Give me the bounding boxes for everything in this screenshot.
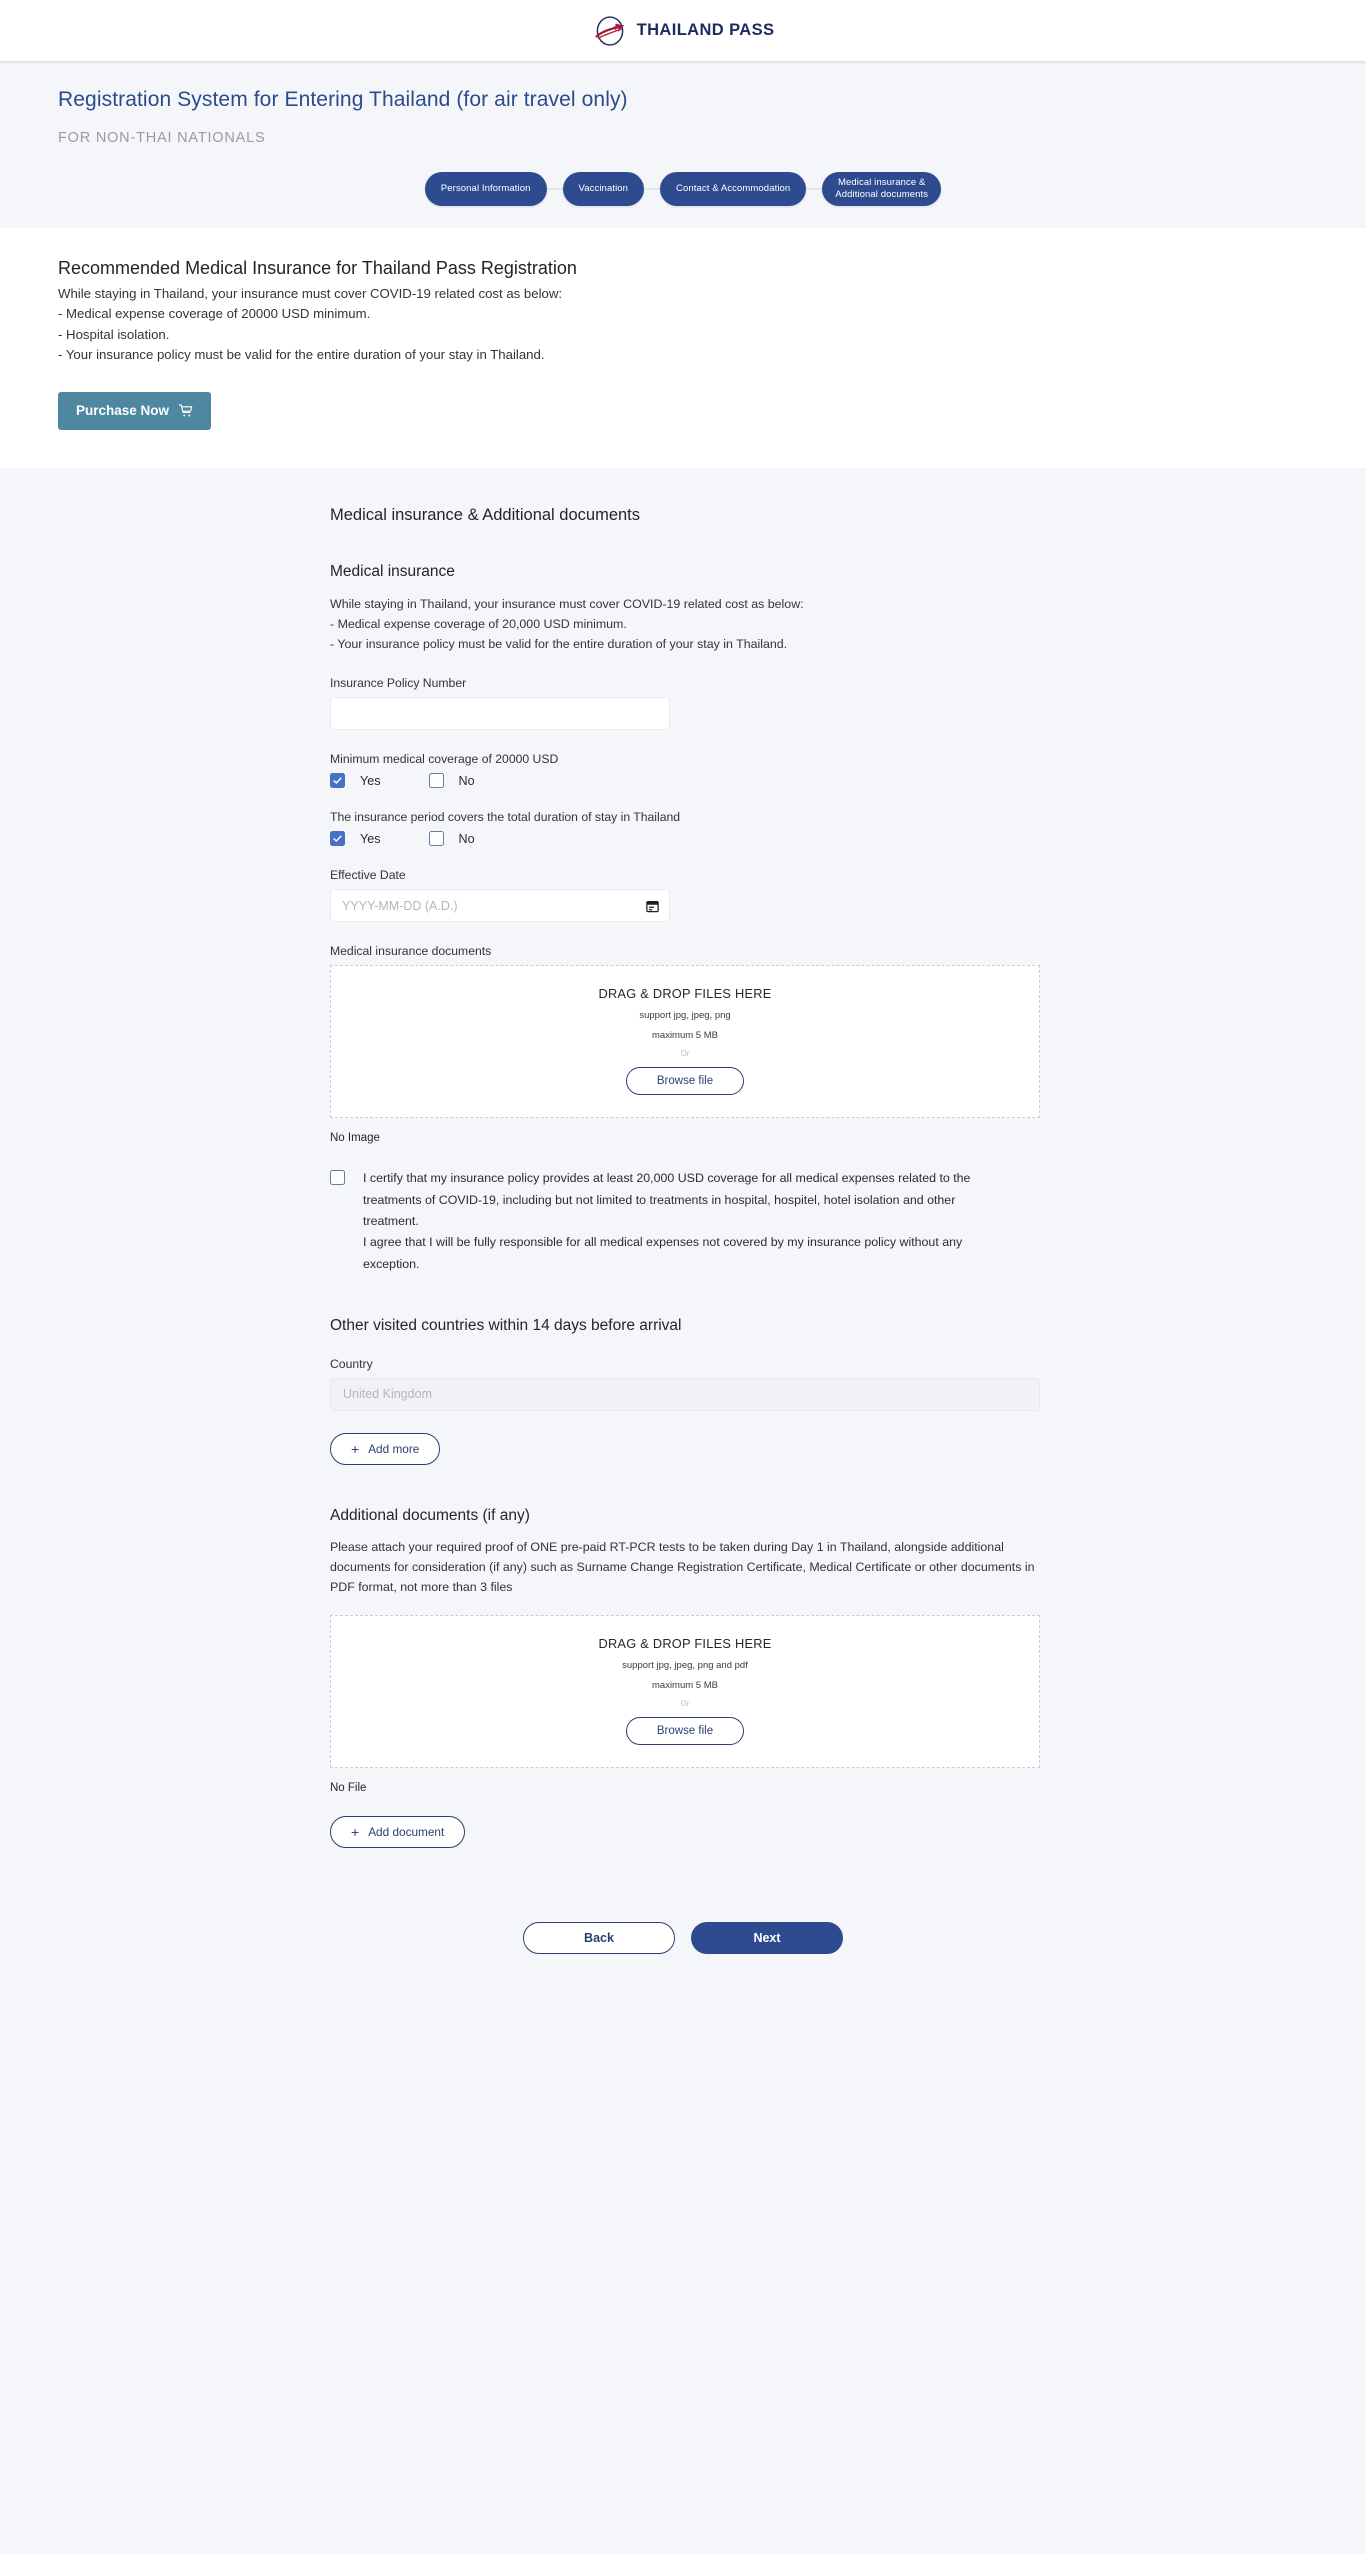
additional-browse-file-button[interactable]: Browse file bbox=[625, 1716, 745, 1745]
dropzone-maximum: maximum 5 MB bbox=[652, 1030, 718, 1042]
page-subtitle: FOR NON-THAI NATIONALS bbox=[58, 130, 266, 146]
medical-line-1: While staying in Thailand, your insuranc… bbox=[330, 596, 804, 611]
dropzone-support: support jpg, jpeg, png bbox=[639, 1010, 731, 1022]
step-connector bbox=[806, 188, 823, 190]
country-select[interactable]: United Kingdom bbox=[330, 1377, 1040, 1411]
medical-browse-file-button[interactable]: Browse file bbox=[625, 1067, 745, 1096]
step-personal-information[interactable]: Personal Information bbox=[424, 172, 547, 206]
medical-line-3: - Your insurance policy must be valid fo… bbox=[330, 636, 788, 651]
dropzone-support: support jpg, jpeg, png and pdf bbox=[622, 1659, 748, 1671]
form-section-title: Medical insurance & Additional documents bbox=[330, 505, 641, 524]
add-more-country-button[interactable]: + Add more bbox=[330, 1432, 441, 1465]
recommended-title: Recommended Medical Insurance for Thaila… bbox=[58, 258, 577, 278]
logo-text: THAILAND PASS bbox=[636, 21, 775, 39]
no-image-status: No Image bbox=[330, 1132, 380, 1145]
period-option-group: Yes No bbox=[330, 831, 1040, 847]
coverage-no-label: No bbox=[458, 773, 475, 788]
step-medical-insurance-additional-documents[interactable]: Medical insurance & Additional documents bbox=[822, 172, 942, 206]
next-button[interactable]: Next bbox=[691, 1921, 843, 1954]
effective-date-label: Effective Date bbox=[330, 868, 406, 883]
step-vaccination[interactable]: Vaccination bbox=[562, 172, 645, 206]
step-connector bbox=[546, 188, 563, 190]
certify-checkbox[interactable] bbox=[330, 1170, 345, 1186]
title-band: Registration System for Entering Thailan… bbox=[0, 62, 1366, 228]
effective-date-field bbox=[330, 889, 670, 923]
period-yes-checkbox[interactable] bbox=[330, 831, 345, 847]
medical-insurance-heading: Medical insurance bbox=[330, 562, 455, 580]
coverage-yes-option[interactable]: Yes bbox=[330, 773, 381, 789]
certify-text: I certify that my insurance policy provi… bbox=[363, 1168, 1000, 1275]
footer-navigation: Back Next bbox=[0, 1887, 1366, 1994]
thailand-pass-logo[interactable]: THAILAND PASS bbox=[592, 13, 775, 49]
coverage-no-checkbox[interactable] bbox=[428, 773, 444, 789]
recommended-line-1: While staying in Thailand, your insuranc… bbox=[58, 286, 563, 301]
step-connector bbox=[644, 188, 661, 190]
period-no-label: No bbox=[458, 831, 475, 846]
period-no-checkbox[interactable] bbox=[428, 831, 444, 847]
additional-documents-heading: Additional documents (if any) bbox=[330, 1506, 530, 1524]
certify-paragraph-1: I certify that my insurance policy provi… bbox=[363, 1171, 971, 1228]
dropzone-maximum: maximum 5 MB bbox=[652, 1679, 718, 1691]
add-document-button[interactable]: + Add document bbox=[330, 1815, 466, 1848]
purchase-now-button[interactable]: Purchase Now bbox=[58, 391, 212, 430]
country-label: Country bbox=[330, 1356, 373, 1371]
dropzone-or: Or bbox=[680, 1049, 690, 1059]
dropzone-title: DRAG & DROP FILES HERE bbox=[598, 1635, 772, 1651]
site-header: THAILAND PASS bbox=[0, 0, 1366, 62]
additional-documents-dropzone[interactable]: DRAG & DROP FILES HERE support jpg, jpeg… bbox=[330, 1614, 1040, 1768]
medical-documents-label: Medical insurance documents bbox=[330, 944, 492, 959]
period-no-option[interactable]: No bbox=[428, 831, 475, 847]
certify-paragraph-2: I agree that I will be fully responsible… bbox=[363, 1235, 963, 1271]
dropzone-title: DRAG & DROP FILES HERE bbox=[598, 986, 772, 1002]
step-contact-accommodation[interactable]: Contact & Accommodation bbox=[660, 172, 807, 206]
recommended-line-4: - Your insurance policy must be valid fo… bbox=[58, 347, 545, 363]
plus-icon: + bbox=[351, 1440, 360, 1457]
other-countries-heading: Other visited countries within 14 days b… bbox=[330, 1316, 682, 1334]
no-file-status: No File bbox=[330, 1781, 367, 1794]
plus-icon: + bbox=[351, 1823, 360, 1840]
recommended-insurance-section: Recommended Medical Insurance for Thaila… bbox=[0, 228, 1366, 468]
add-more-label: Add more bbox=[368, 1441, 420, 1456]
page-title: Registration System for Entering Thailan… bbox=[58, 88, 628, 111]
coverage-question-label: Minimum medical coverage of 20000 USD bbox=[330, 752, 559, 767]
policy-number-label: Insurance Policy Number bbox=[330, 676, 467, 691]
effective-date-input[interactable] bbox=[330, 889, 670, 923]
coverage-no-option[interactable]: No bbox=[428, 773, 475, 789]
purchase-now-label: Purchase Now bbox=[76, 403, 170, 419]
back-button[interactable]: Back bbox=[523, 1921, 675, 1954]
stepper: Personal Information Vaccination Contact… bbox=[0, 172, 1366, 228]
coverage-option-group: Yes No bbox=[330, 773, 1040, 789]
recommended-line-3: - Hospital isolation. bbox=[58, 326, 170, 342]
add-document-label: Add document bbox=[368, 1824, 445, 1839]
coverage-yes-checkbox[interactable] bbox=[330, 773, 345, 789]
certify-row[interactable]: I certify that my insurance policy provi… bbox=[330, 1168, 1000, 1275]
dropzone-or: Or bbox=[680, 1698, 690, 1708]
coverage-yes-label: Yes bbox=[360, 773, 381, 788]
medical-documents-dropzone[interactable]: DRAG & DROP FILES HERE support jpg, jpeg… bbox=[330, 965, 1040, 1119]
insurance-policy-number-input[interactable] bbox=[330, 697, 670, 731]
period-question-label: The insurance period covers the total du… bbox=[330, 810, 681, 825]
recommended-line-2: - Medical expense coverage of 20000 USD … bbox=[58, 306, 371, 322]
thailand-pass-logo-icon bbox=[595, 15, 624, 46]
shopping-cart-icon bbox=[178, 404, 193, 417]
period-yes-option[interactable]: Yes bbox=[330, 831, 381, 847]
additional-documents-description: Please attach your required proof of ONE… bbox=[330, 1539, 1035, 1594]
form-area: Medical insurance & Additional documents… bbox=[0, 467, 1366, 1888]
period-yes-label: Yes bbox=[360, 831, 381, 846]
medical-line-2: - Medical expense coverage of 20,000 USD… bbox=[330, 616, 627, 631]
